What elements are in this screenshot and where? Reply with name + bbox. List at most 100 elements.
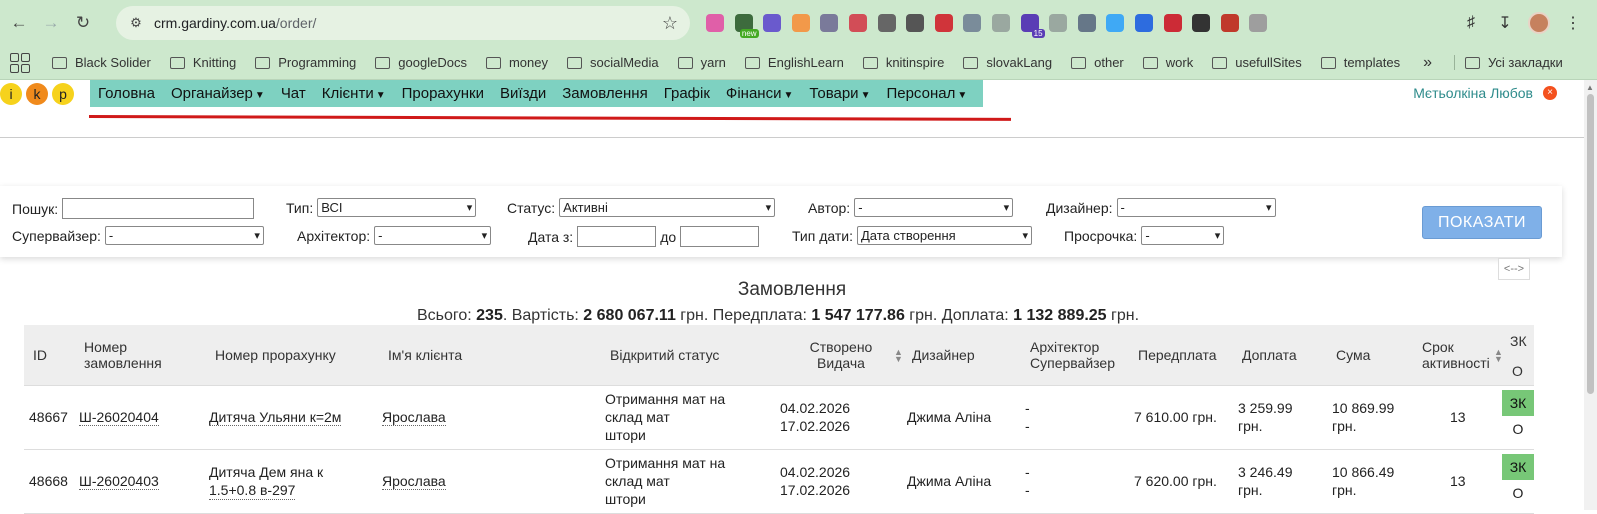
bookmark-folder[interactable]: other bbox=[1071, 55, 1124, 70]
search-input[interactable] bbox=[62, 198, 255, 219]
new-tab-icon[interactable]: new bbox=[734, 14, 759, 38]
col-prepay[interactable]: Передплата bbox=[1138, 347, 1217, 363]
logo-letter-k[interactable]: k bbox=[26, 83, 48, 105]
architect-select[interactable]: - ▾ bbox=[374, 226, 492, 245]
o-button[interactable]: О bbox=[1502, 416, 1534, 442]
zk-button[interactable]: ЗК bbox=[1502, 390, 1534, 416]
address-bar[interactable]: ⚙ crm.gardiny.com.ua/order/ ☆ bbox=[116, 6, 690, 40]
col-calc-number[interactable]: Номер прорахунку bbox=[215, 347, 336, 363]
date-type-select[interactable]: Дата створення ▾ bbox=[857, 226, 1032, 245]
user-name[interactable]: Мєтьолкіна Любов bbox=[1413, 85, 1533, 101]
col-zk[interactable]: ЗК bbox=[1510, 333, 1527, 349]
col-sum[interactable]: Сума bbox=[1336, 347, 1370, 363]
col-term[interactable]: Срок активності ▲ ▼ bbox=[1422, 339, 1503, 371]
grid-icon[interactable] bbox=[1049, 14, 1068, 32]
type-select[interactable]: ВСІ ▾ bbox=[317, 198, 477, 217]
scroll-thumb[interactable] bbox=[1587, 94, 1594, 394]
download-icon[interactable]: ↧ bbox=[1491, 9, 1519, 37]
color-wheel-icon[interactable] bbox=[763, 14, 782, 32]
bookmark-folder[interactable]: googleDocs bbox=[375, 55, 467, 70]
overdue-select[interactable]: - ▾ bbox=[1141, 226, 1225, 245]
red-square-icon[interactable] bbox=[1220, 14, 1239, 32]
browser-menu-icon[interactable]: ⋮ bbox=[1559, 9, 1587, 37]
menu-item[interactable]: Органайзер ▼ bbox=[163, 85, 273, 102]
menu-item[interactable]: Графік bbox=[656, 85, 718, 102]
all-bookmarks[interactable]: Усі закладки bbox=[1453, 55, 1563, 70]
bookmark-folder[interactable]: Programming bbox=[255, 55, 356, 70]
logout-icon[interactable]: × bbox=[1543, 86, 1557, 100]
bookmark-folder[interactable]: knitinspire bbox=[862, 55, 944, 70]
dots-icon[interactable] bbox=[963, 14, 982, 32]
menu-item[interactable]: Виїзди bbox=[492, 85, 554, 102]
back-icon[interactable]: ← bbox=[6, 10, 32, 36]
col-o[interactable]: О bbox=[1512, 363, 1523, 379]
col-id[interactable]: ID bbox=[33, 347, 47, 363]
author-select[interactable]: - ▾ bbox=[854, 198, 1014, 217]
react-icon[interactable] bbox=[820, 14, 839, 32]
status-select[interactable]: Активні ▾ bbox=[559, 198, 776, 217]
designer-select[interactable]: - ▾ bbox=[1116, 198, 1276, 217]
col-client[interactable]: Ім'я клієнта bbox=[388, 347, 462, 363]
col-created[interactable]: Створено Видача ▲ ▼ bbox=[806, 339, 903, 371]
code-icon[interactable] bbox=[1077, 14, 1096, 32]
flag-icon[interactable] bbox=[1163, 14, 1182, 32]
bookmark-star-icon[interactable]: ☆ bbox=[662, 13, 678, 34]
check-circle-icon[interactable] bbox=[906, 14, 925, 32]
menu-item[interactable]: Прорахунки bbox=[394, 85, 492, 102]
bookmark-folder[interactable]: money bbox=[485, 55, 548, 70]
camera-icon[interactable] bbox=[877, 14, 896, 32]
menu-item[interactable]: Чат bbox=[273, 85, 314, 102]
lightning-icon[interactable] bbox=[1249, 14, 1268, 32]
slash-icon[interactable] bbox=[991, 14, 1010, 32]
order-number-link[interactable]: Ш-26020404 bbox=[79, 408, 159, 426]
order-number-link[interactable]: Ш-26020403 bbox=[79, 472, 159, 490]
date-to-input[interactable] bbox=[680, 226, 760, 247]
col-architect[interactable]: Архітектор Супервайзер bbox=[1030, 339, 1115, 371]
date-from-input[interactable] bbox=[577, 226, 657, 247]
more-bookmarks-icon[interactable]: » bbox=[1423, 54, 1432, 72]
page-scrollbar[interactable]: ▲ bbox=[1584, 80, 1597, 510]
show-button[interactable]: ПОКАЗАТИ bbox=[1422, 206, 1542, 239]
site-settings-icon[interactable]: ⚙ bbox=[124, 11, 148, 35]
forward-icon[interactable]: → bbox=[38, 10, 64, 36]
rainbow-ring-icon[interactable] bbox=[1106, 14, 1125, 32]
sort-icon[interactable]: ▲ ▼ bbox=[1494, 348, 1503, 364]
table-row[interactable]: 48668 Ш-26020403 Дитяча Дем яна к 1.5+0.8 в… bbox=[24, 450, 1534, 514]
menu-item[interactable]: Замовлення bbox=[554, 85, 655, 102]
bookmark-folder[interactable]: Knitting bbox=[169, 55, 236, 70]
extensions-puzzle-icon[interactable]: ♯ bbox=[1457, 9, 1485, 37]
bookmark-folder[interactable]: work bbox=[1142, 55, 1193, 70]
client-link[interactable]: Ярослава bbox=[382, 472, 446, 490]
client-link[interactable]: Ярослава bbox=[382, 408, 446, 426]
bookmark-folder[interactable]: Black Solider bbox=[52, 55, 151, 70]
col-designer[interactable]: Дизайнер bbox=[912, 347, 975, 363]
sort-icon[interactable]: ▲ ▼ bbox=[894, 348, 903, 364]
menu-item[interactable]: Головна bbox=[90, 85, 163, 102]
col-open-status[interactable]: Відкритий статус bbox=[610, 347, 719, 363]
menu-item[interactable]: Персонал ▼ bbox=[878, 85, 975, 102]
logo-letter-i[interactable]: i bbox=[0, 83, 22, 105]
calc-link[interactable]: Дитяча Дем яна к 1.5+0.8 в-297 bbox=[209, 463, 323, 500]
table-row[interactable]: 48667 Ш-26020404 Дитяча Ульяни к=2м Ярослав… bbox=[24, 386, 1534, 450]
pink-gradient-icon[interactable] bbox=[706, 14, 724, 32]
supervisor-select[interactable]: - ▾ bbox=[104, 226, 264, 245]
bookmark-folder[interactable]: slovakLang bbox=[963, 55, 1052, 70]
tag-icon[interactable] bbox=[1134, 14, 1153, 32]
scroll-up-icon[interactable]: ▲ bbox=[1586, 83, 1594, 92]
orange-box-icon[interactable] bbox=[791, 14, 810, 32]
house-icon[interactable]: 15 bbox=[1020, 14, 1045, 38]
people-icon[interactable] bbox=[848, 14, 867, 32]
menu-item[interactable]: Товари ▼ bbox=[801, 85, 878, 102]
number-two-icon[interactable] bbox=[934, 14, 953, 32]
col-order-number[interactable]: Номер замовлення bbox=[84, 339, 162, 371]
logo-letter-p[interactable]: p bbox=[52, 83, 74, 105]
toggle-width-button[interactable]: <--> bbox=[1498, 258, 1530, 280]
reload-icon[interactable]: ↻ bbox=[70, 10, 96, 36]
octocat-icon[interactable] bbox=[1192, 14, 1211, 32]
profile-avatar[interactable] bbox=[1525, 9, 1553, 37]
col-surcharge[interactable]: Доплата bbox=[1242, 347, 1297, 363]
o-button[interactable]: О bbox=[1502, 480, 1534, 506]
bookmark-folder[interactable]: usefullSites bbox=[1212, 55, 1302, 70]
url-text[interactable]: crm.gardiny.com.ua/order/ bbox=[154, 15, 316, 31]
menu-item[interactable]: Фінанси ▼ bbox=[718, 85, 801, 102]
